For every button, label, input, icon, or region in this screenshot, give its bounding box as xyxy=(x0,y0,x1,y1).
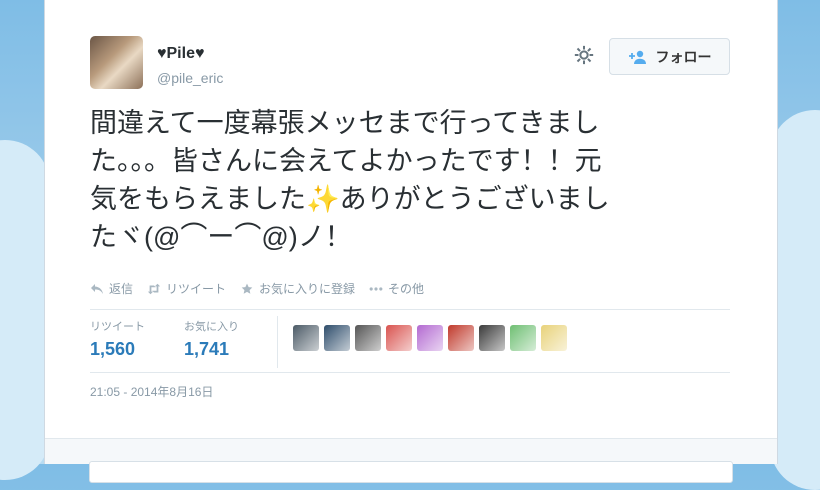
favorite-count-label: お気に入り xyxy=(184,321,239,333)
stats-separator xyxy=(277,316,278,368)
favorite-label: お気に入りに登録 xyxy=(259,282,356,296)
retweet-count-label: リツイート xyxy=(90,321,145,333)
more-icon xyxy=(369,286,383,291)
favoriter-avatar[interactable] xyxy=(355,325,381,351)
tweet-text: 間違えて一度幕張メッセまで行ってきまし た。。。皆さんに会えてよかったです！！元… xyxy=(90,104,730,256)
favorite-count-value: 1,741 xyxy=(184,339,230,359)
tweet-timestamp[interactable]: 21:05 - 2014年8月16日 xyxy=(90,383,213,400)
favoriter-avatar[interactable] xyxy=(417,325,443,351)
tweet-line: 間違えて一度幕張メッセまで行ってきまし xyxy=(90,108,600,138)
reply-area xyxy=(45,438,777,483)
reply-label: 返信 xyxy=(109,282,134,296)
gear-icon[interactable] xyxy=(573,44,595,66)
tweet-line: た。。。皆さんに会えてよかったです！！元 xyxy=(90,146,602,176)
retweet-action[interactable]: リツイート xyxy=(147,280,226,297)
retweet-icon xyxy=(147,283,161,294)
favorite-action[interactable]: お気に入りに登録 xyxy=(240,280,355,297)
divider xyxy=(90,309,730,310)
tweet-actions: 返信 リツイート お気に入りに登録 その他 xyxy=(90,280,424,297)
star-icon xyxy=(241,283,253,294)
retweet-count-value: 1,560 xyxy=(90,339,136,359)
reply-icon xyxy=(91,283,103,294)
favoriter-avatar[interactable] xyxy=(541,325,567,351)
background-cloud-left xyxy=(0,140,50,480)
favoriter-avatar[interactable] xyxy=(324,325,350,351)
tweet-line: 気をもらえました✨ありがとうございまし xyxy=(90,184,610,214)
tweet-line: たヾ(@⌒ー⌒@)ノ！ xyxy=(90,222,352,252)
user-handle[interactable]: @pile_eric xyxy=(157,70,223,86)
favoriter-avatar[interactable] xyxy=(293,325,319,351)
tweet-stats: リツイート 1,560 お気に入り 1,741 xyxy=(90,318,278,368)
retweet-count[interactable]: リツイート 1,560 xyxy=(90,318,184,368)
favoriter-avatar[interactable] xyxy=(386,325,412,351)
follow-button-label: フォロー xyxy=(655,48,712,65)
user-name[interactable]: ♥Pile♥ xyxy=(157,45,204,63)
favoriter-avatar[interactable] xyxy=(510,325,536,351)
user-avatar[interactable] xyxy=(90,36,143,89)
favoriter-avatars xyxy=(293,325,567,351)
more-label: その他 xyxy=(388,282,425,296)
tweet-card: ♥Pile♥ @pile_eric フォロー 間違えて一度幕張メッセまで行ってき… xyxy=(44,0,778,483)
favorite-count[interactable]: お気に入り 1,741 xyxy=(184,318,278,368)
favoriter-avatar[interactable] xyxy=(448,325,474,351)
follow-button[interactable]: フォロー xyxy=(609,38,730,75)
reply-input[interactable] xyxy=(89,461,733,483)
more-action[interactable]: その他 xyxy=(369,280,424,297)
divider xyxy=(90,372,730,373)
favoriter-avatar[interactable] xyxy=(479,325,505,351)
retweet-label: リツイート xyxy=(166,282,227,296)
reply-action[interactable]: 返信 xyxy=(90,280,133,297)
add-user-icon xyxy=(628,50,646,64)
